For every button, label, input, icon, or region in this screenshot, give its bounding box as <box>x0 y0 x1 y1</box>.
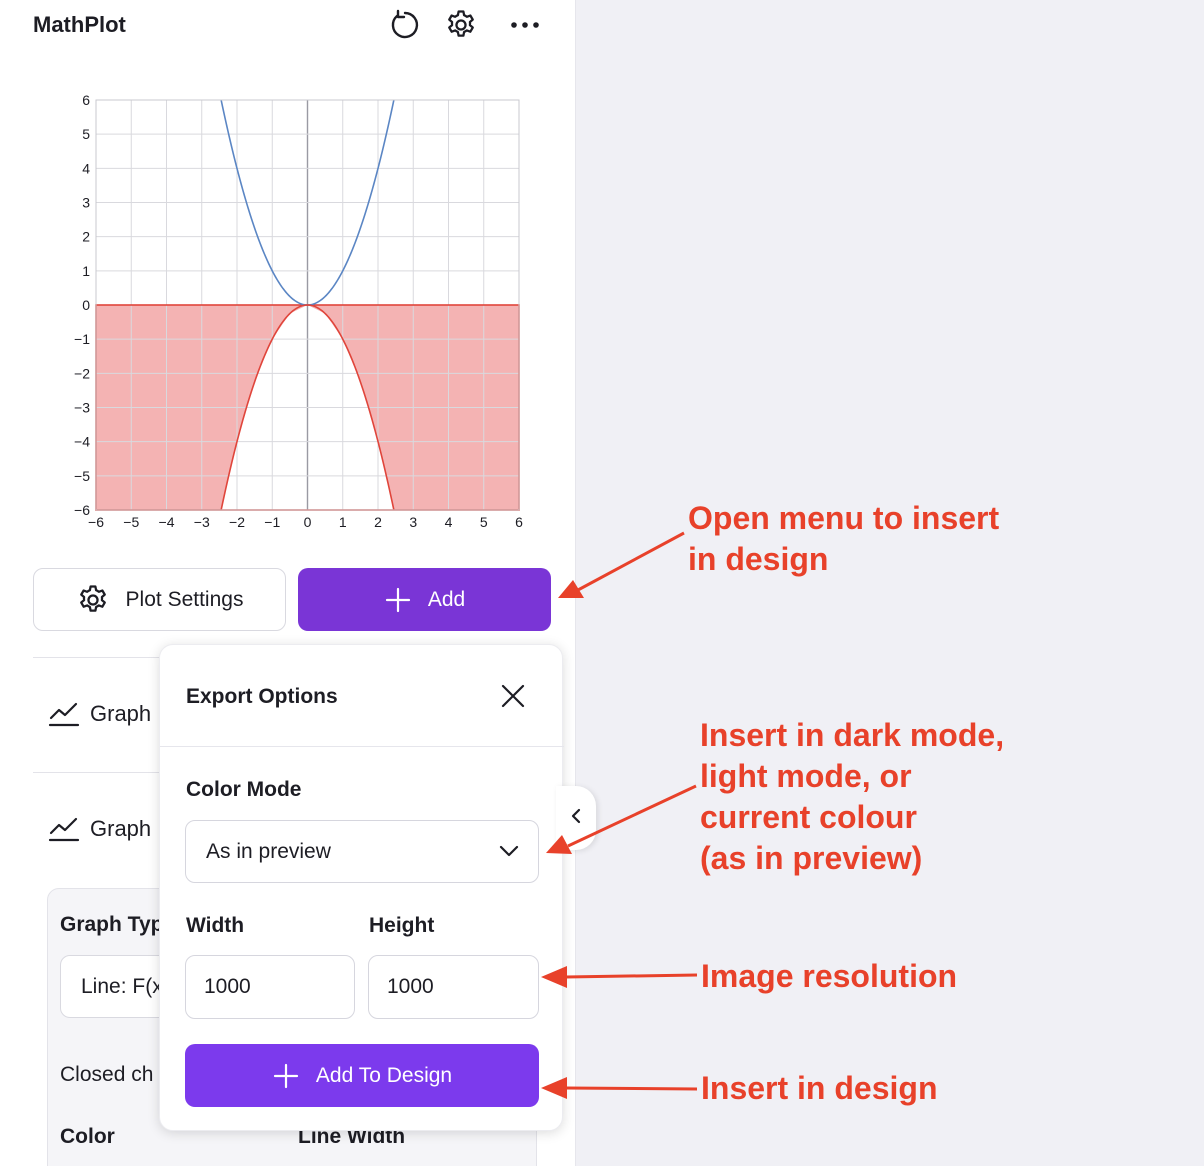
x-tick-label: −6 <box>88 514 104 530</box>
function-plot[interactable]: −6 −5 −4 −3 −2 −1 0 1 2 3 4 5 6 6 5 4 3 2 1 0 −1 −2 −3 −4 −5 −6 <box>60 88 540 536</box>
annotation-open-menu: Open menu to insert in design <box>688 500 1000 577</box>
x-tick-label: −1 <box>264 514 280 530</box>
close-icon[interactable] <box>496 679 530 713</box>
x-tick-label: 5 <box>480 514 488 530</box>
line-chart-icon <box>48 815 80 843</box>
export-options-title: Export Options <box>186 685 338 708</box>
y-tick-label: 1 <box>82 263 90 279</box>
graph-item[interactable]: Graph <box>48 815 151 843</box>
x-tick-label: −2 <box>229 514 245 530</box>
arrow-insert <box>565 1086 698 1091</box>
y-tick-label: 2 <box>82 229 90 245</box>
y-tick-label: 5 <box>82 126 90 142</box>
x-tick-label: 6 <box>515 514 523 530</box>
add-button[interactable]: Add <box>298 568 551 631</box>
y-tick-label: −2 <box>74 365 90 381</box>
x-tick-label: 4 <box>445 514 453 530</box>
arrow-open-menu <box>577 531 685 592</box>
y-tick-label: 0 <box>82 297 90 313</box>
width-input[interactable]: 1000 <box>185 955 355 1019</box>
gear-icon <box>76 583 110 617</box>
graph-type-value: Line: F(x <box>81 974 163 998</box>
color-label: Color <box>60 1125 115 1148</box>
plot-settings-label: Plot Settings <box>125 587 244 611</box>
plot-settings-button[interactable]: Plot Settings <box>33 568 286 631</box>
y-tick-label: 6 <box>82 92 90 108</box>
plus-icon <box>384 586 412 614</box>
x-tick-label: −3 <box>194 514 210 530</box>
more-icon[interactable] <box>507 7 543 43</box>
divider <box>160 746 564 747</box>
y-tick-label: 3 <box>82 195 90 211</box>
closed-label: Closed ch <box>60 1063 154 1086</box>
chevron-down-icon <box>498 840 520 864</box>
annotation-color-mode: Insert in dark mode, light mode, or curr… <box>700 717 1005 876</box>
app-title: MathPlot <box>33 12 126 37</box>
graph-type-label: Graph Typ <box>60 913 164 936</box>
collapse-panel-button[interactable] <box>556 786 596 850</box>
add-label: Add <box>427 587 466 611</box>
width-value: 1000 <box>204 975 251 998</box>
y-tick-label: 4 <box>82 160 90 176</box>
y-tick-label: −5 <box>74 468 90 484</box>
y-tick-label: −4 <box>74 434 90 450</box>
height-value: 1000 <box>387 975 434 998</box>
color-mode-label: Color Mode <box>186 778 302 801</box>
annotation-insert: Insert in design <box>701 1070 938 1106</box>
y-tick-label: −3 <box>74 400 90 416</box>
gear-icon[interactable] <box>443 7 479 43</box>
x-tick-label: 1 <box>339 514 347 530</box>
plot-svg: −6 −5 −4 −3 −2 −1 0 1 2 3 4 5 6 6 5 4 3 2 1 0 −1 −2 −3 −4 −5 −6 <box>74 92 523 530</box>
x-tick-label: 0 <box>304 514 312 530</box>
x-tick-label: 2 <box>374 514 382 530</box>
annotation-resolution: Image resolution <box>701 958 958 994</box>
add-to-design-button[interactable]: Add To Design <box>185 1044 539 1107</box>
x-tick-label: −4 <box>159 514 175 530</box>
color-mode-select[interactable]: As in preview <box>185 820 539 883</box>
arrow-resolution <box>565 973 698 979</box>
add-to-design-label: Add To Design <box>315 1063 453 1087</box>
width-label: Width <box>186 914 245 937</box>
y-tick-label: −1 <box>74 331 90 347</box>
height-label: Height <box>369 914 435 937</box>
x-tick-label: −5 <box>123 514 139 530</box>
graph-item[interactable]: Graph <box>48 700 151 728</box>
y-tick-label: −6 <box>74 502 90 518</box>
export-options-popover: Export Options Color Mode As in preview … <box>159 644 564 1131</box>
color-mode-value: As in preview <box>206 839 331 863</box>
chevron-left-icon <box>570 807 582 830</box>
graph-item-label: Graph <box>90 816 152 841</box>
height-input[interactable]: 1000 <box>368 955 539 1019</box>
refresh-icon[interactable] <box>387 7 423 43</box>
graph-item-label: Graph <box>90 701 152 726</box>
x-tick-label: 3 <box>409 514 417 530</box>
line-chart-icon <box>48 700 80 728</box>
plus-icon <box>272 1062 300 1090</box>
